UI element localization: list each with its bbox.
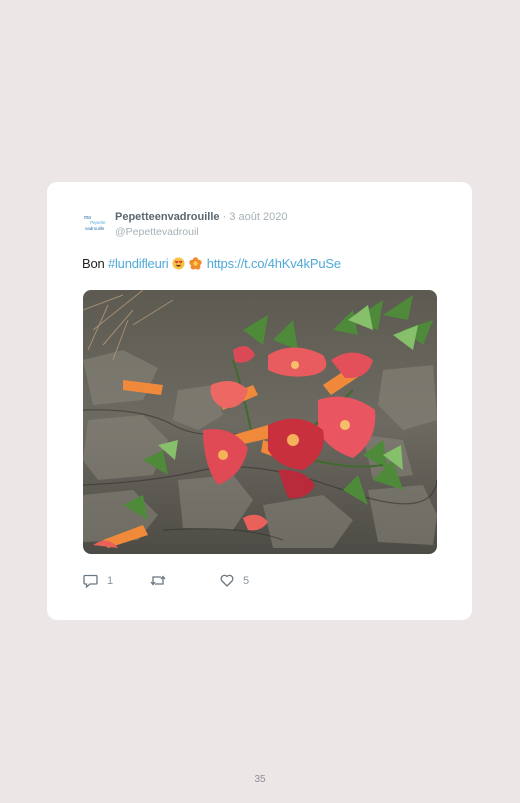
flower-emoji xyxy=(189,257,203,270)
tweet-date[interactable]: 3 août 2020 xyxy=(229,211,287,223)
tweet-text-prefix: Bon xyxy=(82,256,105,271)
tweet-link[interactable]: https://t.co/4hKv4kPuSe xyxy=(207,256,341,271)
tweet-card: ma Pepette vadrouille Pepetteenvadrouill… xyxy=(47,182,472,620)
svg-text:vadrouille: vadrouille xyxy=(85,226,105,231)
like-count: 5 xyxy=(243,574,250,587)
tweet-photo[interactable] xyxy=(83,290,437,554)
tweet-header: Pepetteenvadrouille · 3 août 2020 @Pepet… xyxy=(115,210,287,239)
svg-text:Pepette: Pepette xyxy=(90,220,106,225)
author-handle[interactable]: @Pepettevadrouil xyxy=(115,225,287,239)
heart-eyes-emoji xyxy=(172,257,185,270)
author-name[interactable]: Pepetteenvadrouille xyxy=(115,211,220,223)
like-action[interactable]: 5 xyxy=(220,574,249,587)
reply-icon[interactable] xyxy=(83,574,98,588)
retweet-icon[interactable] xyxy=(150,574,166,587)
heart-icon[interactable] xyxy=(220,574,234,587)
tweet-actions: 1 5 xyxy=(83,574,443,592)
tweet-text: Bon #lundifleuri https://t.co/4hKv4kPuSe xyxy=(82,256,341,271)
reply-count: 1 xyxy=(107,575,114,587)
avatar[interactable]: ma Pepette vadrouille xyxy=(82,212,110,234)
header-separator: · xyxy=(222,211,227,223)
hashtag-link[interactable]: #lundifleuri xyxy=(108,256,169,271)
retweet-action[interactable] xyxy=(150,574,175,587)
reply-action[interactable]: 1 xyxy=(83,574,113,588)
page-number: 35 xyxy=(254,774,266,785)
